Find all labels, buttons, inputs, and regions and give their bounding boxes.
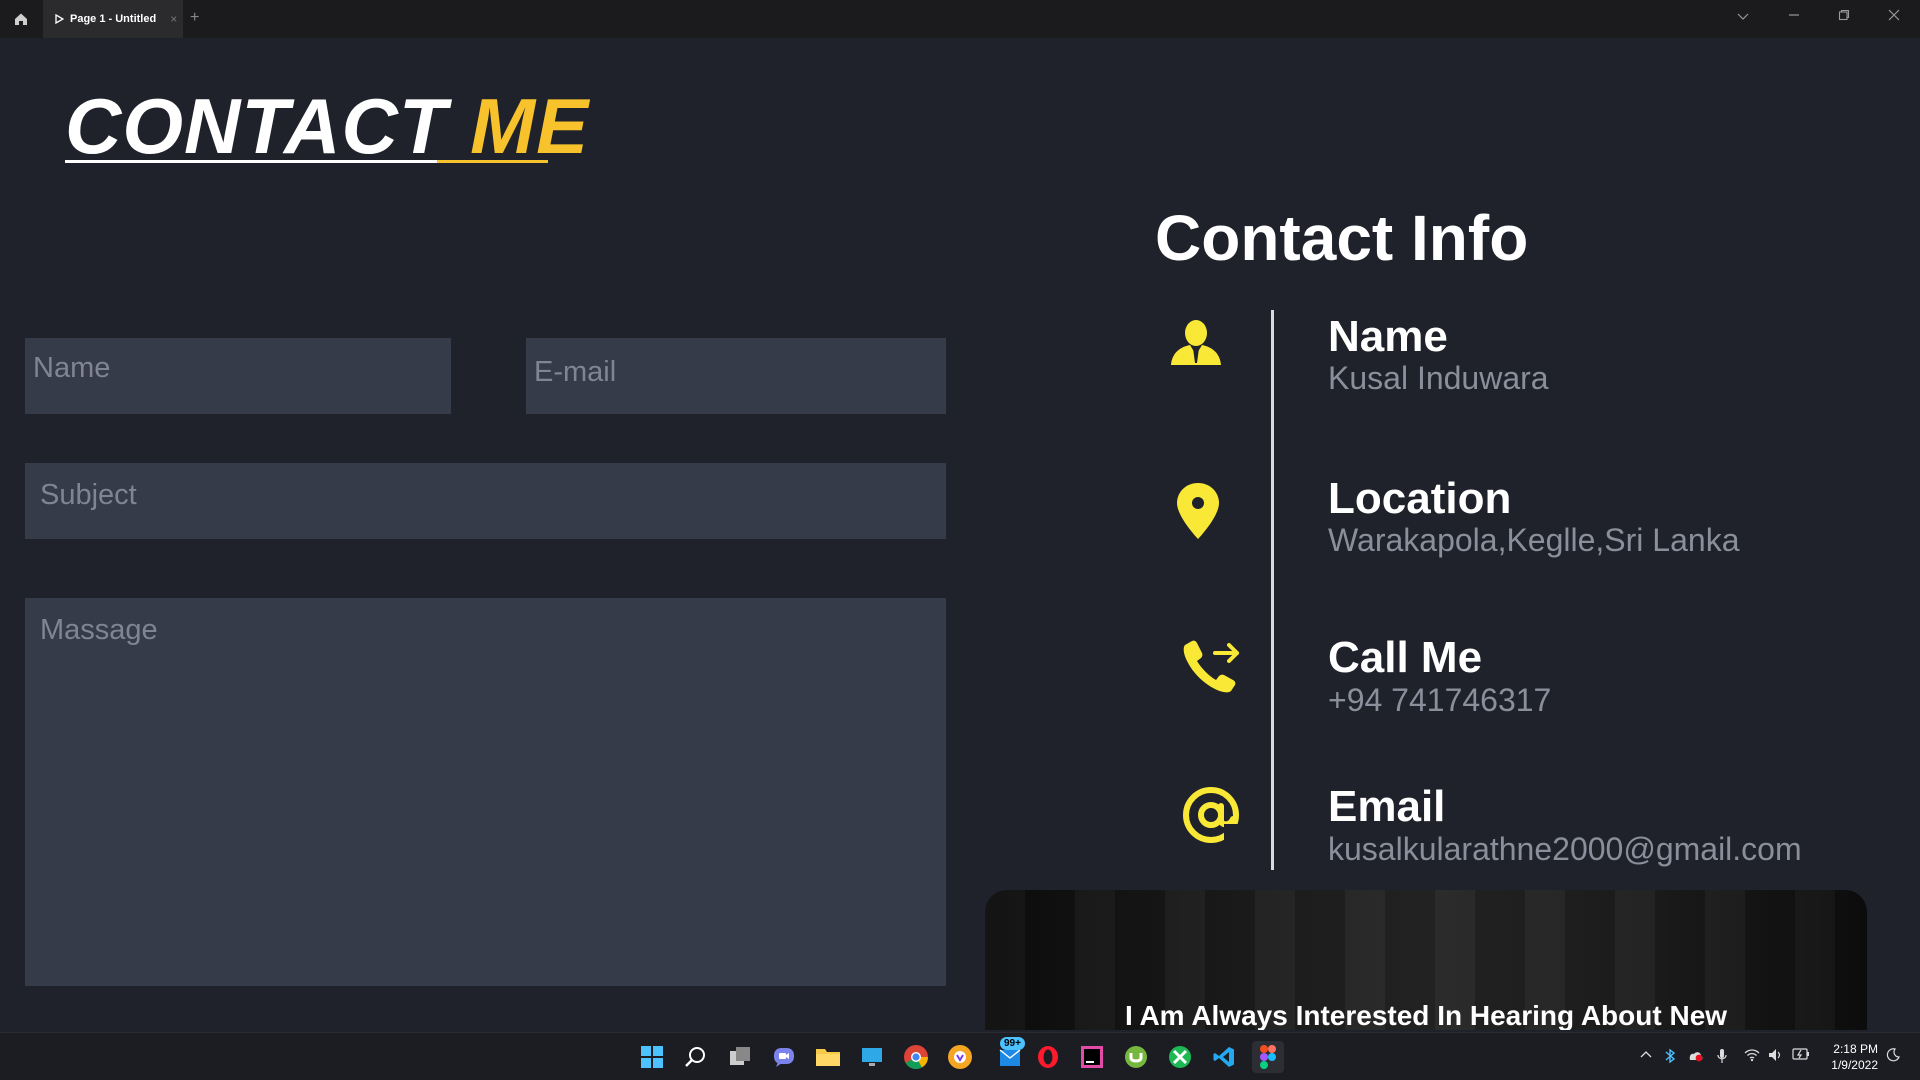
name-field[interactable]: Name: [25, 338, 451, 414]
chevron-up-icon[interactable]: [1640, 1048, 1652, 1062]
microphone-icon[interactable]: [1716, 1048, 1728, 1067]
jetbrains-icon[interactable]: [1076, 1041, 1108, 1073]
utorrent-icon[interactable]: [1120, 1041, 1152, 1073]
xbox-icon[interactable]: [1164, 1041, 1196, 1073]
info-label-email: Email: [1328, 782, 1446, 831]
wifi-icon[interactable]: [1744, 1048, 1760, 1065]
opera-icon[interactable]: [1032, 1041, 1064, 1073]
file-explorer-icon[interactable]: [812, 1041, 844, 1073]
onedrive-icon[interactable]: [1686, 1048, 1704, 1065]
at-sign-icon: [1178, 782, 1244, 848]
subject-placeholder: Subject: [40, 479, 137, 511]
message-field[interactable]: Massage: [25, 598, 946, 986]
close-window-icon[interactable]: [1884, 9, 1904, 24]
window-title-bar: Page 1 - Untitled × +: [0, 0, 1920, 38]
info-label-location: Location: [1328, 474, 1512, 523]
info-value-call: +94 741746317: [1328, 682, 1552, 718]
email-field[interactable]: E-mail: [526, 338, 946, 414]
browser-icon[interactable]: [944, 1041, 976, 1073]
info-value-location: Warakapola,Keglle,Sri Lanka: [1328, 522, 1740, 558]
task-view-icon[interactable]: [724, 1041, 756, 1073]
new-tab-button[interactable]: +: [190, 9, 199, 27]
info-label-name: Name: [1328, 312, 1448, 361]
contact-info-heading: Contact Info: [1155, 202, 1529, 274]
figma-icon[interactable]: [1252, 1041, 1284, 1073]
info-value-email: kusalkularathne2000@gmail.com: [1328, 831, 1802, 867]
name-placeholder: Name: [33, 352, 111, 384]
tab-close-icon[interactable]: ×: [170, 12, 177, 26]
battery-icon[interactable]: [1792, 1048, 1810, 1063]
restore-icon[interactable]: [1834, 9, 1854, 24]
heading-part-me: ME: [470, 82, 590, 170]
taskbar: 99+ 2:18 PM 1/9/2022: [0, 1032, 1920, 1080]
clock-date: 1/9/2022: [1831, 1058, 1878, 1072]
search-icon[interactable]: [680, 1041, 712, 1073]
chevron-down-icon[interactable]: [1733, 9, 1753, 24]
volume-icon[interactable]: [1768, 1048, 1784, 1065]
do-not-disturb-icon[interactable]: [1886, 1048, 1900, 1065]
play-icon: [55, 14, 64, 24]
tab-page-1[interactable]: Page 1 - Untitled ×: [43, 0, 183, 38]
windows-start-icon[interactable]: [636, 1041, 668, 1073]
info-value-name: Kusal Induwara: [1328, 360, 1549, 396]
message-placeholder: Massage: [40, 614, 158, 646]
vscode-icon[interactable]: [1208, 1041, 1240, 1073]
bluetooth-icon[interactable]: [1664, 1048, 1676, 1067]
hero-banner: I Am Always Interested In Hearing About …: [985, 890, 1867, 1030]
info-label-call: Call Me: [1328, 633, 1483, 682]
system-clock[interactable]: 2:18 PM 1/9/2022: [1831, 1041, 1878, 1073]
location-pin-icon: [1165, 478, 1231, 544]
chrome-icon[interactable]: [900, 1041, 932, 1073]
subject-field[interactable]: Subject: [25, 463, 946, 539]
tab-title: Page 1 - Untitled: [70, 13, 157, 25]
desktop-icon[interactable]: [856, 1041, 888, 1073]
person-icon: [1163, 312, 1229, 378]
heading-underline-yellow: [437, 160, 548, 163]
email-placeholder: E-mail: [534, 356, 617, 388]
banner-text: I Am Always Interested In Hearing About …: [1124, 1000, 1728, 1030]
clock-time: 2:18 PM: [1833, 1042, 1878, 1056]
chat-icon[interactable]: [768, 1041, 800, 1073]
home-icon[interactable]: [10, 8, 32, 30]
contact-me-heading: CONTACT ME: [65, 80, 589, 172]
minimize-icon[interactable]: [1784, 9, 1804, 24]
phone-forward-icon: [1178, 632, 1244, 698]
info-divider-line: [1271, 310, 1274, 870]
heading-underline-white: [65, 160, 437, 163]
notification-badge: 99+: [1000, 1037, 1025, 1050]
heading-part-contact: CONTACT: [65, 82, 471, 170]
